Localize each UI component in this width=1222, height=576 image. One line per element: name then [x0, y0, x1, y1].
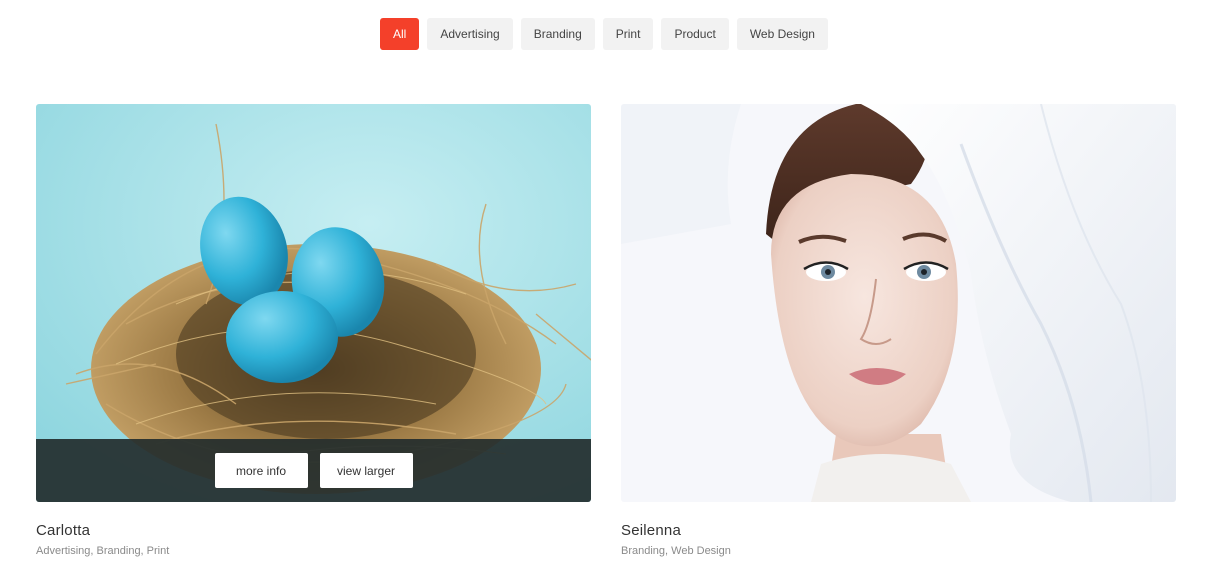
- portfolio-item-tags: Branding, Web Design: [621, 545, 731, 557]
- portfolio-item-title[interactable]: Seilenna: [621, 522, 1176, 539]
- portfolio-item-title[interactable]: Carlotta: [36, 522, 591, 539]
- filter-all-button[interactable]: All: [380, 18, 420, 50]
- portfolio-thumbnail-nest[interactable]: more info view larger: [36, 104, 591, 502]
- filter-advertising-button[interactable]: Advertising: [427, 18, 513, 50]
- more-info-button[interactable]: more info: [214, 453, 308, 488]
- view-larger-button[interactable]: view larger: [319, 453, 413, 488]
- portrait-image: [621, 104, 1176, 502]
- portfolio-filter-bar: All Advertising Branding Print Product W…: [380, 18, 828, 50]
- portfolio-thumbnail-portrait[interactable]: [621, 104, 1176, 502]
- portfolio-item-carlotta[interactable]: more info view larger Carlotta Advertisi…: [36, 104, 591, 557]
- portfolio-item-seilenna[interactable]: Seilenna Branding, Web Design: [621, 104, 1176, 557]
- thumbnail-hover-overlay: more info view larger: [36, 439, 591, 502]
- filter-product-button[interactable]: Product: [661, 18, 729, 50]
- filter-branding-button[interactable]: Branding: [520, 18, 595, 50]
- filter-web-design-button[interactable]: Web Design: [736, 18, 828, 50]
- portfolio-item-tags: Advertising, Branding, Print: [36, 545, 170, 557]
- filter-print-button[interactable]: Print: [602, 18, 654, 50]
